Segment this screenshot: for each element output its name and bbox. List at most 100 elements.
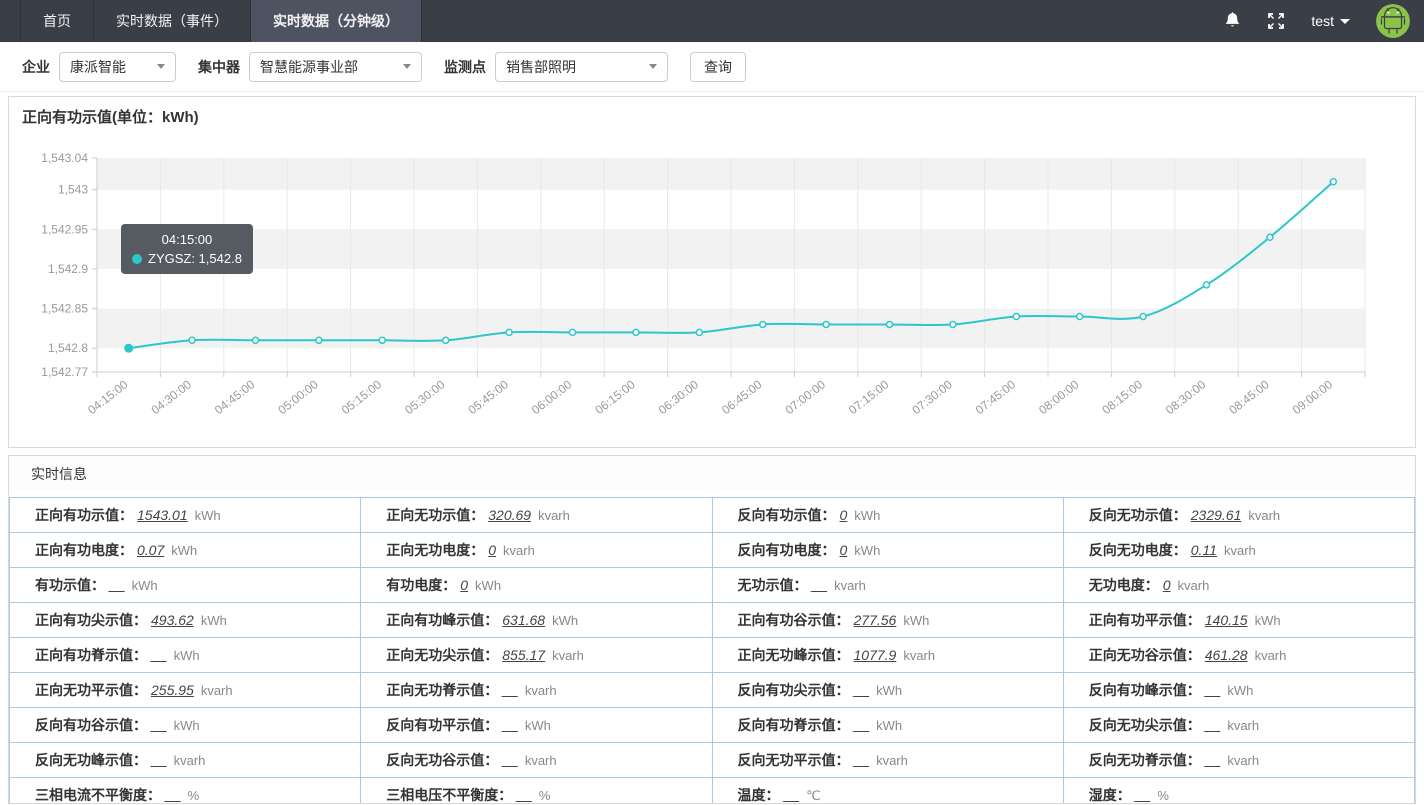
- metric-value[interactable]: __: [854, 682, 870, 698]
- metric-label: 有功示值：: [35, 577, 105, 593]
- chart-title: 正向有功示值(单位：kWh): [9, 97, 1415, 127]
- svg-text:1,542.9: 1,542.9: [48, 262, 88, 276]
- metric-cell: 正向无功脊示值：__kvarh: [361, 673, 712, 708]
- metric-cell: 反向无功尖示值：__kvarh: [1063, 708, 1414, 743]
- metric-unit: %: [188, 788, 200, 803]
- metric-unit: kWh: [201, 613, 227, 628]
- metric-value[interactable]: __: [516, 787, 532, 803]
- metric-value[interactable]: 0: [840, 507, 848, 523]
- metric-unit: kvarh: [1178, 578, 1210, 593]
- svg-text:05:00:00: 05:00:00: [275, 377, 321, 417]
- metric-unit: kvarh: [1224, 543, 1256, 558]
- metric-label: 正向有功谷示值：: [738, 612, 850, 628]
- metric-value[interactable]: __: [165, 787, 181, 803]
- metric-value[interactable]: __: [784, 787, 800, 803]
- monitor-point-select[interactable]: 销售部照明: [495, 52, 668, 82]
- metric-value[interactable]: 1077.9: [854, 647, 897, 663]
- metric-value[interactable]: 0.11: [1191, 542, 1217, 558]
- metric-value[interactable]: __: [502, 752, 518, 768]
- metric-value[interactable]: 631.68: [502, 612, 545, 628]
- metric-value[interactable]: __: [151, 647, 167, 663]
- metric-value[interactable]: 140.15: [1205, 612, 1248, 628]
- metric-label: 反向无功脊示值：: [1089, 752, 1201, 768]
- metric-label: 反向有功平示值：: [386, 717, 498, 733]
- metric-value[interactable]: __: [1135, 787, 1151, 803]
- metric-value[interactable]: 255.95: [151, 682, 194, 698]
- metric-label: 正向有功尖示值：: [35, 612, 147, 628]
- metric-cell: 正向有功平示值：140.15kWh: [1063, 603, 1414, 638]
- table-row: 有功示值：__kWh有功电度：0kWh无功示值：__kvarh无功电度：0kva…: [10, 568, 1415, 603]
- metric-unit: kWh: [876, 683, 902, 698]
- metric-value[interactable]: __: [502, 717, 518, 733]
- tab-home[interactable]: 首页: [20, 0, 93, 42]
- metric-label: 反向有功峰示值：: [1089, 682, 1201, 698]
- metric-value[interactable]: __: [812, 577, 828, 593]
- query-button[interactable]: 查询: [690, 52, 746, 82]
- metric-value[interactable]: __: [502, 682, 518, 698]
- metric-unit: kvarh: [174, 753, 206, 768]
- metric-value[interactable]: 0.07: [137, 542, 164, 558]
- concentrator-select[interactable]: 智慧能源事业部: [249, 52, 422, 82]
- metric-cell: 反向无功峰示值：__kvarh: [10, 743, 361, 778]
- svg-text:07:15:00: 07:15:00: [846, 377, 892, 417]
- table-row: 正向有功示值：1543.01kWh正向无功示值：320.69kvarh反向有功示…: [10, 498, 1415, 533]
- metric-value[interactable]: __: [151, 752, 167, 768]
- username: test: [1311, 13, 1334, 29]
- metric-unit: kvarh: [201, 683, 233, 698]
- caret-down-icon: [1340, 19, 1350, 24]
- metric-cell: 反向有功电度：0kWh: [712, 533, 1063, 568]
- table-row: 三相电流不平衡度：__%三相电压不平衡度：__%温度：__℃湿度：__%: [10, 778, 1415, 805]
- metric-value[interactable]: 0: [840, 542, 848, 558]
- metric-unit: kWh: [475, 578, 501, 593]
- metric-value[interactable]: 0: [460, 577, 468, 593]
- metric-unit: %: [539, 788, 551, 803]
- metric-value[interactable]: 461.28: [1205, 647, 1248, 663]
- metric-value[interactable]: 855.17: [502, 647, 545, 663]
- metric-unit: kWh: [132, 578, 158, 593]
- metric-cell: 正向无功平示值：255.95kvarh: [10, 673, 361, 708]
- metric-value[interactable]: __: [1205, 752, 1221, 768]
- top-navbar: 首页 实时数据（事件） 实时数据（分钟级） test: [0, 0, 1424, 42]
- svg-text:05:15:00: 05:15:00: [339, 377, 385, 417]
- metric-cell: 正向无功电度：0kvarh: [361, 533, 712, 568]
- metric-value[interactable]: 1543.01: [137, 507, 188, 523]
- svg-text:07:00:00: 07:00:00: [783, 377, 829, 417]
- metric-value[interactable]: 2329.61: [1191, 507, 1242, 523]
- tab-realtime-minute[interactable]: 实时数据（分钟级）: [250, 0, 422, 42]
- user-menu[interactable]: test: [1311, 13, 1350, 29]
- select-caret-icon: [403, 64, 411, 69]
- metric-value[interactable]: __: [1205, 717, 1221, 733]
- metric-unit: kWh: [1227, 683, 1253, 698]
- metric-value[interactable]: 277.56: [854, 612, 897, 628]
- metric-unit: kWh: [1255, 613, 1281, 628]
- table-row: 正向无功平示值：255.95kvarh正向无功脊示值：__kvarh反向有功尖示…: [10, 673, 1415, 708]
- metric-cell: 正向有功示值：1543.01kWh: [10, 498, 361, 533]
- metric-label: 正向有功脊示值：: [35, 647, 147, 663]
- metric-value[interactable]: __: [854, 752, 870, 768]
- metric-cell: 无功电度：0kvarh: [1063, 568, 1414, 603]
- metric-cell: 正向无功峰示值：1077.9kvarh: [712, 638, 1063, 673]
- fullscreen-icon[interactable]: [1267, 12, 1285, 30]
- svg-text:1,543: 1,543: [58, 183, 88, 197]
- metric-value[interactable]: __: [151, 717, 167, 733]
- table-row: 正向有功尖示值：493.62kWh正向有功峰示值：631.68kWh正向有功谷示…: [10, 603, 1415, 638]
- metric-cell: 反向无功谷示值：__kvarh: [361, 743, 712, 778]
- svg-text:08:45:00: 08:45:00: [1226, 377, 1272, 417]
- tab-realtime-event[interactable]: 实时数据（事件）: [93, 0, 250, 42]
- metric-value[interactable]: 320.69: [488, 507, 531, 523]
- metric-cell: 反向有功谷示值：__kWh: [10, 708, 361, 743]
- metric-value[interactable]: 493.62: [151, 612, 194, 628]
- metric-value[interactable]: __: [109, 577, 125, 593]
- select-caret-icon: [157, 64, 165, 69]
- svg-text:06:30:00: 06:30:00: [656, 377, 702, 417]
- line-chart[interactable]: 1,543.041,5431,542.951,542.91,542.851,54…: [9, 127, 1415, 447]
- metric-value[interactable]: __: [854, 717, 870, 733]
- metric-value[interactable]: 0: [488, 542, 496, 558]
- metric-unit: kWh: [903, 613, 929, 628]
- enterprise-select[interactable]: 康派智能: [59, 52, 176, 82]
- metric-value[interactable]: __: [1205, 682, 1221, 698]
- metric-value[interactable]: 0: [1163, 577, 1171, 593]
- metric-label: 反向无功尖示值：: [1089, 717, 1201, 733]
- android-avatar[interactable]: [1376, 4, 1410, 38]
- bell-icon[interactable]: [1223, 12, 1241, 30]
